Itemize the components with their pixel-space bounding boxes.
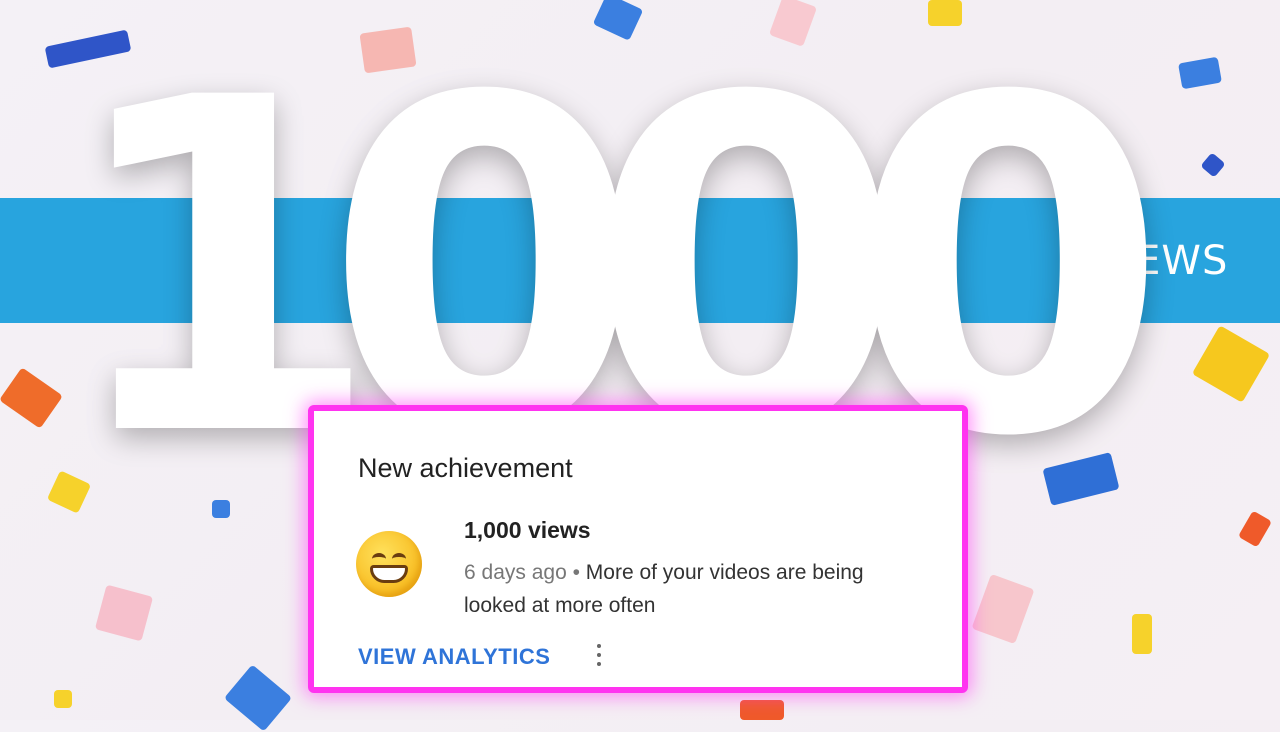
grinning-face-icon bbox=[356, 531, 422, 597]
confetti-piece bbox=[1200, 152, 1226, 178]
confetti-piece bbox=[0, 367, 63, 429]
confetti-piece bbox=[1191, 325, 1271, 403]
confetti-piece bbox=[740, 700, 784, 720]
more-options-icon[interactable] bbox=[594, 641, 604, 671]
achievement-title: 1,000 views bbox=[464, 517, 591, 543]
views-label: VIEWS bbox=[1094, 238, 1229, 284]
confetti-piece bbox=[54, 690, 72, 708]
achievement-meta: 6 days ago • More of your videos are bei… bbox=[464, 556, 904, 622]
separator-dot: • bbox=[566, 561, 586, 584]
card-title: New achievement bbox=[358, 453, 573, 483]
confetti-piece bbox=[1237, 510, 1273, 548]
time-ago: 6 days ago bbox=[464, 561, 567, 584]
confetti-piece bbox=[223, 664, 293, 732]
confetti-piece bbox=[971, 573, 1035, 645]
achievement-card: New achievement 1,000 views 6 days ago •… bbox=[308, 405, 968, 693]
confetti-piece bbox=[1178, 56, 1222, 90]
confetti-piece bbox=[1132, 614, 1152, 654]
view-analytics-button[interactable]: VIEW ANALYTICS bbox=[358, 644, 550, 670]
confetti-piece bbox=[94, 584, 154, 642]
